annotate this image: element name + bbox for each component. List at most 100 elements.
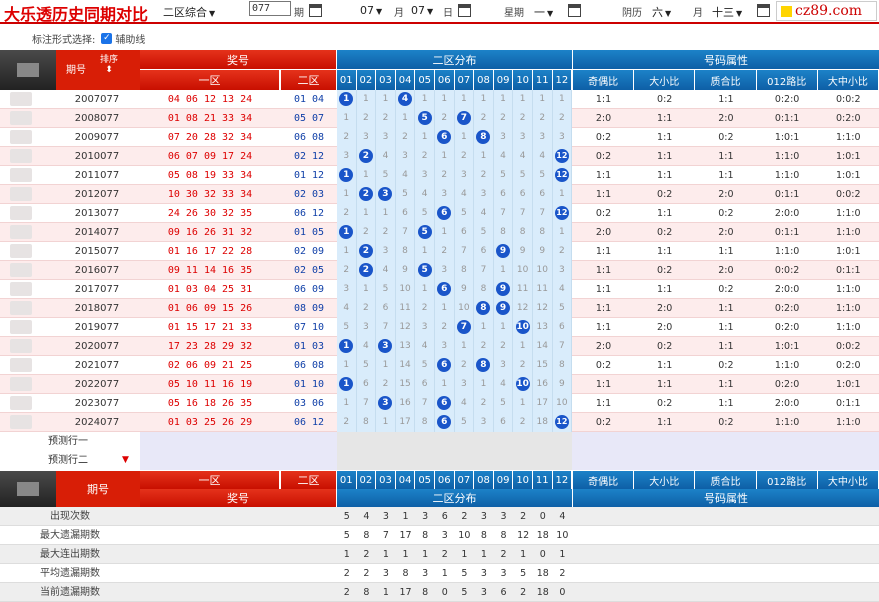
distribution-cell[interactable]: 6 [435, 394, 455, 413]
distribution-cell[interactable]: 6 [435, 204, 455, 223]
distribution-cell[interactable]: 9 [494, 280, 514, 299]
number-header-07[interactable]: 07 [454, 70, 475, 90]
distribution-cell[interactable]: 3 [474, 413, 494, 432]
distribution-cell[interactable]: 1 [474, 318, 494, 337]
distribution-cell[interactable]: 1 [396, 109, 416, 128]
distribution-cell[interactable]: 2 [357, 147, 377, 166]
distribution-cell[interactable]: 8 [513, 223, 533, 242]
distribution-cell[interactable]: 1 [435, 299, 455, 318]
distribution-cell[interactable]: 6 [357, 375, 377, 394]
number-header-11[interactable]: 11 [533, 471, 553, 489]
site-logo[interactable]: cz89.com [776, 1, 877, 21]
attr-header-1[interactable]: 奇偶比 [573, 70, 635, 90]
distribution-cell[interactable]: 4 [553, 280, 573, 299]
table-row[interactable]: 2021077 02 06 09 21 25 06 08 1 5 1 14 5 6 2 8 3 2 15 8… [0, 356, 879, 375]
distribution-cell[interactable]: 1 [533, 90, 553, 109]
distribution-cell[interactable]: 3 [396, 147, 416, 166]
predict-zone-cells[interactable] [337, 451, 572, 470]
distribution-cell[interactable]: 3 [357, 318, 377, 337]
distribution-cell[interactable]: 6 [513, 185, 533, 204]
distribution-cell[interactable]: 8 [474, 128, 494, 147]
distribution-cell[interactable]: 6 [553, 318, 573, 337]
distribution-cell[interactable]: 7 [474, 261, 494, 280]
arrow-down-icon[interactable]: ▼ [122, 451, 129, 470]
distribution-cell[interactable]: 1 [415, 128, 435, 147]
table-row[interactable]: 2023077 05 16 18 26 35 03 06 1 7 3 16 7 6 4 2 5 1 17 1… [0, 394, 879, 413]
table-row[interactable]: 2016077 09 11 14 16 35 02 05 2 2 4 9 5 3 8 7 1 10 10 3… [0, 261, 879, 280]
distribution-cell[interactable]: 7 [455, 318, 475, 337]
distribution-cell[interactable]: 3 [435, 337, 455, 356]
table-row[interactable]: 2009077 07 20 28 32 34 06 08 2 3 3 2 1 6 1 8 3 3 3 3 0:… [0, 128, 879, 147]
number-header-01[interactable]: 01 [337, 70, 357, 90]
number-header-04[interactable]: 04 [395, 70, 416, 90]
number-header-06[interactable]: 06 [435, 70, 455, 90]
table-row[interactable]: 2017077 01 03 04 25 31 06 09 3 1 5 10 1 6 9 8 9 11 11… [0, 280, 879, 299]
distribution-cell[interactable]: 1 [337, 337, 357, 356]
number-header-08[interactable]: 08 [474, 471, 494, 489]
distribution-cell[interactable]: 12 [513, 299, 533, 318]
distribution-cell[interactable]: 2 [376, 375, 396, 394]
calendar-icon[interactable] [309, 4, 322, 17]
distribution-cell[interactable]: 2 [474, 109, 494, 128]
distribution-cell[interactable]: 16 [396, 394, 416, 413]
distribution-cell[interactable]: 9 [396, 261, 416, 280]
distribution-cell[interactable]: 6 [533, 185, 553, 204]
distribution-cell[interactable]: 17 [533, 394, 553, 413]
predict-row-1[interactable]: 预测行一 [0, 432, 879, 451]
distribution-cell[interactable]: 6 [376, 299, 396, 318]
distribution-cell[interactable]: 1 [337, 375, 357, 394]
distribution-cell[interactable]: 5 [415, 356, 435, 375]
distribution-cell[interactable]: 3 [337, 147, 357, 166]
number-header-03[interactable]: 03 [376, 70, 396, 90]
distribution-cell[interactable]: 1 [337, 109, 357, 128]
distribution-cell[interactable]: 1 [337, 166, 357, 185]
distribution-cell[interactable]: 3 [435, 261, 455, 280]
table-row[interactable]: 2010077 06 07 09 17 24 02 12 3 2 4 3 2 1 2 1 4 4 4 12 0… [0, 147, 879, 166]
distribution-cell[interactable]: 8 [357, 413, 377, 432]
distribution-cell[interactable]: 2 [435, 166, 455, 185]
distribution-cell[interactable]: 2 [357, 261, 377, 280]
distribution-cell[interactable]: 4 [474, 204, 494, 223]
number-header-09[interactable]: 09 [493, 70, 514, 90]
distribution-cell[interactable]: 2 [357, 223, 377, 242]
distribution-cell[interactable]: 2 [337, 128, 357, 147]
distribution-cell[interactable]: 1 [474, 147, 494, 166]
number-header-02[interactable]: 02 [356, 471, 377, 489]
distribution-cell[interactable]: 7 [455, 109, 475, 128]
distribution-cell[interactable]: 3 [455, 375, 475, 394]
distribution-cell[interactable]: 7 [376, 318, 396, 337]
distribution-cell[interactable]: 5 [337, 318, 357, 337]
distribution-cell[interactable]: 4 [357, 337, 377, 356]
distribution-cell[interactable]: 13 [396, 337, 416, 356]
distribution-cell[interactable]: 10 [513, 375, 533, 394]
distribution-cell[interactable]: 12 [396, 318, 416, 337]
distribution-cell[interactable]: 7 [396, 223, 416, 242]
distribution-cell[interactable]: 8 [494, 223, 514, 242]
distribution-cell[interactable]: 5 [455, 204, 475, 223]
number-header-04[interactable]: 04 [395, 471, 416, 489]
distribution-cell[interactable]: 5 [494, 394, 514, 413]
distribution-cell[interactable]: 1 [494, 318, 514, 337]
distribution-cell[interactable]: 2 [357, 242, 377, 261]
distribution-cell[interactable]: 2 [494, 337, 514, 356]
distribution-cell[interactable]: 10 [533, 261, 553, 280]
distribution-cell[interactable]: 10 [513, 318, 533, 337]
table-row[interactable]: 2020077 17 23 28 29 32 01 03 1 4 3 13 4 3 1 2 2 1 14 7… [0, 337, 879, 356]
attr-header-3[interactable]: 质合比 [695, 471, 757, 489]
distribution-cell[interactable]: 1 [337, 90, 357, 109]
distribution-cell[interactable]: 6 [435, 413, 455, 432]
table-row[interactable]: 2024077 01 03 25 26 29 06 12 2 8 1 17 8 6 5 3 6 2 18 1… [0, 413, 879, 432]
distribution-cell[interactable]: 2 [494, 109, 514, 128]
distribution-cell[interactable]: 7 [533, 204, 553, 223]
distribution-cell[interactable]: 1 [494, 261, 514, 280]
distribution-cell[interactable]: 9 [533, 242, 553, 261]
distribution-cell[interactable]: 2 [415, 147, 435, 166]
table-row[interactable]: 2007077 04 06 12 13 24 01 04 1 1 1 4 1 1 1 1 1 1 1 1 1:… [0, 90, 879, 109]
distribution-cell[interactable]: 3 [415, 318, 435, 337]
distribution-cell[interactable]: 11 [396, 299, 416, 318]
table-row[interactable]: 2012077 10 30 32 33 34 02 03 1 2 3 5 4 3 4 3 6 6 6 1 1:… [0, 185, 879, 204]
distribution-cell[interactable]: 8 [415, 413, 435, 432]
distribution-cell[interactable]: 1 [455, 337, 475, 356]
distribution-cell[interactable]: 4 [494, 147, 514, 166]
distribution-cell[interactable]: 10 [396, 280, 416, 299]
